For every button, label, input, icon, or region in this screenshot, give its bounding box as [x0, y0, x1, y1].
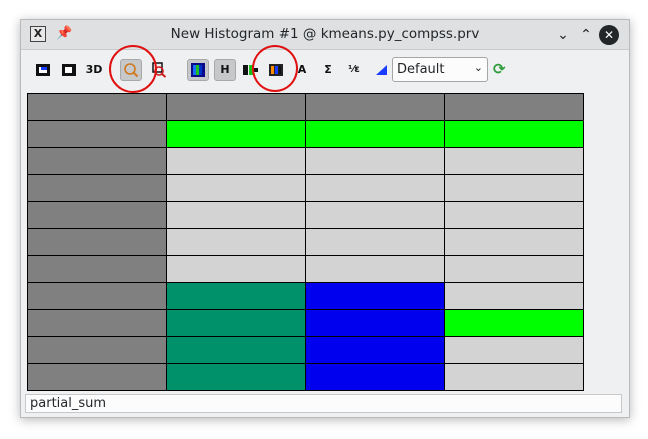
refresh-icon[interactable]: ⟳: [493, 60, 506, 78]
histogram-window: X 📌 New Histogram #1 @ kmeans.py_compss.…: [20, 19, 630, 418]
horizontal-button[interactable]: H: [214, 59, 236, 81]
histogram-cell[interactable]: [305, 120, 445, 148]
histogram-cell[interactable]: [305, 363, 445, 391]
histogram-cell[interactable]: [27, 336, 167, 364]
code-color-icon[interactable]: [58, 59, 80, 81]
histogram-cell[interactable]: [27, 228, 167, 256]
colormap-select[interactable]: Default ⌄: [392, 57, 488, 82]
colormap-icon: [371, 59, 393, 81]
histogram-cell[interactable]: [166, 336, 306, 364]
title-bar[interactable]: X 📌 New Histogram #1 @ kmeans.py_compss.…: [21, 20, 629, 50]
histogram-cell[interactable]: [27, 255, 167, 283]
histogram-cell[interactable]: [27, 93, 167, 121]
histogram-grid: [27, 93, 584, 391]
status-bar: partial_sum: [25, 394, 622, 413]
histogram-cell[interactable]: [444, 93, 584, 121]
histogram-cell[interactable]: [166, 255, 306, 283]
histogram-cell[interactable]: [305, 282, 445, 310]
label-font-icon[interactable]: A: [291, 59, 313, 81]
histogram-cell[interactable]: [166, 309, 306, 337]
histogram-cell[interactable]: [166, 282, 306, 310]
histogram-cell[interactable]: [444, 147, 584, 175]
histogram-cell[interactable]: [27, 147, 167, 175]
minimize-button[interactable]: ⌄: [553, 25, 573, 45]
window-title: New Histogram #1 @ kmeans.py_compss.prv: [170, 26, 480, 42]
histogram-cell[interactable]: [444, 120, 584, 148]
histogram-cell[interactable]: [27, 201, 167, 229]
histogram-cell[interactable]: [27, 282, 167, 310]
histogram-row: [27, 93, 584, 121]
histogram-cell[interactable]: [444, 309, 584, 337]
histogram-cell[interactable]: [444, 228, 584, 256]
maximize-button[interactable]: ⌃: [576, 25, 596, 45]
histogram-cell[interactable]: [305, 255, 445, 283]
histogram-cell[interactable]: [444, 174, 584, 202]
histogram-cell[interactable]: [27, 309, 167, 337]
histogram-row: [27, 174, 584, 202]
fraction-button[interactable]: ⅟ε: [343, 59, 365, 81]
histogram-cell[interactable]: [444, 201, 584, 229]
histogram-cell[interactable]: [166, 201, 306, 229]
gradient-color-icon[interactable]: [187, 59, 209, 81]
colormap-select-value: Default: [397, 62, 445, 77]
histogram-row: [27, 255, 584, 283]
histogram-cell[interactable]: [166, 147, 306, 175]
histogram-cell[interactable]: [166, 93, 306, 121]
histogram-cell[interactable]: [305, 201, 445, 229]
zoom-icon[interactable]: [120, 59, 142, 81]
histogram-cell[interactable]: [27, 120, 167, 148]
histogram-row: [27, 228, 584, 256]
histogram-cell[interactable]: [27, 174, 167, 202]
histogram-cell[interactable]: [305, 174, 445, 202]
histogram-cell[interactable]: [305, 93, 445, 121]
histogram-row: [27, 147, 584, 175]
hide-columns-icon[interactable]: [240, 59, 262, 81]
histogram-cell[interactable]: [305, 147, 445, 175]
sigma-totals-button[interactable]: Σ: [317, 59, 339, 81]
histogram-cell[interactable]: [444, 282, 584, 310]
histogram-row: [27, 336, 584, 364]
histogram-row: [27, 363, 584, 391]
histogram-cell[interactable]: [27, 363, 167, 391]
histogram-row: [27, 201, 584, 229]
histogram-cell[interactable]: [305, 336, 445, 364]
column-colors-icon[interactable]: [265, 59, 287, 81]
3d-view-button[interactable]: 3D: [83, 59, 105, 81]
chevron-down-icon: ⌄: [473, 61, 483, 74]
histogram-row: [27, 282, 584, 310]
histogram-cell[interactable]: [444, 363, 584, 391]
histogram-cell[interactable]: [305, 309, 445, 337]
histogram-cell[interactable]: [166, 363, 306, 391]
close-button[interactable]: ✕: [599, 25, 619, 45]
histogram-cell[interactable]: [166, 120, 306, 148]
status-text: partial_sum: [30, 396, 107, 411]
histogram-row: [27, 120, 584, 148]
semantic-color-icon[interactable]: [32, 59, 54, 81]
zoom-reset-icon[interactable]: [148, 59, 170, 81]
histogram-row: [27, 309, 584, 337]
histogram-cell[interactable]: [166, 228, 306, 256]
histogram-cell[interactable]: [444, 255, 584, 283]
histogram-cell[interactable]: [305, 228, 445, 256]
histogram-cell[interactable]: [166, 174, 306, 202]
histogram-cell[interactable]: [444, 336, 584, 364]
toolbar: 3D H A Σ ⅟ε: [21, 50, 629, 90]
